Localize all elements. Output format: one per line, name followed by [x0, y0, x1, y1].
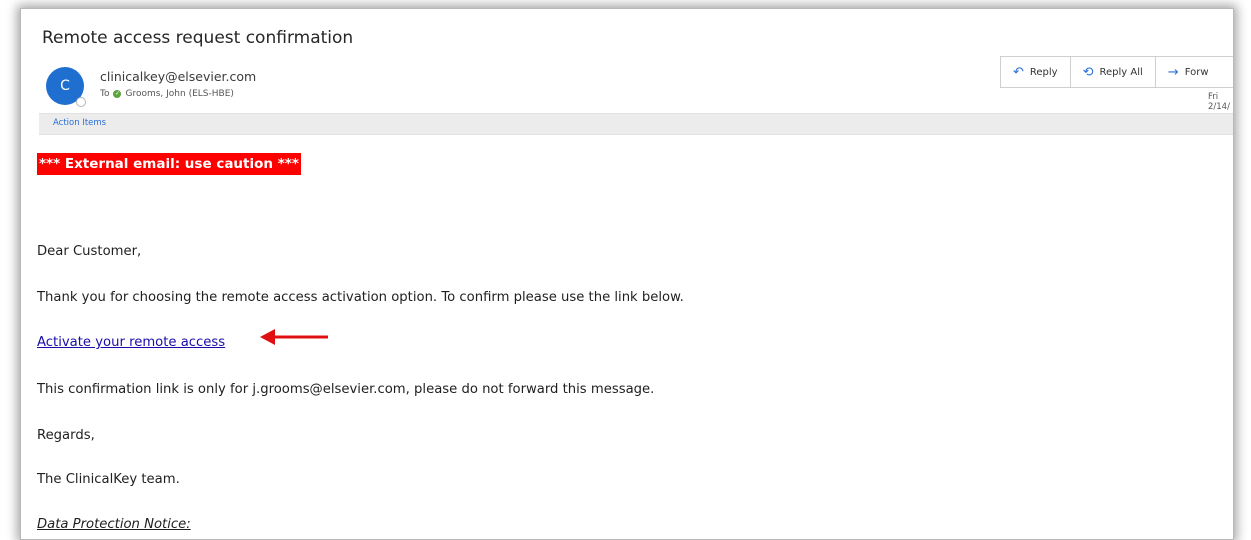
data-protection-heading: Data Protection Notice:	[37, 517, 191, 532]
recipient-line: To ✓ Grooms, John (ELS-HBE)	[100, 89, 234, 99]
reply-all-label: Reply All	[1099, 66, 1143, 78]
email-window: Remote access request confirmation C cli…	[20, 8, 1234, 540]
reply-all-button[interactable]: ⟲ Reply All	[1071, 57, 1156, 87]
action-items-link[interactable]: Action Items	[53, 118, 106, 128]
action-items-bar: Action Items	[39, 113, 1233, 135]
recipient-name[interactable]: Grooms, John (ELS-HBE)	[125, 89, 233, 99]
greeting: Dear Customer,	[37, 244, 142, 259]
intro-text: Thank you for choosing the remote access…	[37, 290, 684, 305]
reply-icon: ↶	[1013, 64, 1024, 80]
forward-icon: →	[1167, 64, 1179, 80]
regards-text: Regards,	[37, 428, 95, 443]
activate-remote-access-link[interactable]: Activate your remote access	[37, 335, 225, 350]
presence-status-icon	[76, 97, 86, 107]
received-date: Fri 2/14/	[1208, 92, 1230, 112]
verified-check-icon: ✓	[113, 90, 122, 98]
forward-label: Forw	[1184, 66, 1209, 78]
reply-all-icon: ⟲	[1082, 64, 1094, 80]
avatar-initial: C	[60, 78, 70, 94]
red-arrow-icon	[260, 329, 328, 345]
signature-text: The ClinicalKey team.	[37, 472, 180, 487]
reply-label: Reply	[1029, 66, 1058, 78]
sender-address[interactable]: clinicalkey@elsevier.com	[100, 69, 256, 84]
forward-button[interactable]: → Forw	[1156, 57, 1233, 87]
message-actions: ↶ Reply ⟲ Reply All → Forw	[1000, 56, 1233, 88]
email-subject: Remote access request confirmation	[42, 28, 354, 48]
reply-button[interactable]: ↶ Reply	[1001, 57, 1071, 87]
external-email-banner: *** External email: use caution ***	[37, 153, 301, 175]
notice-text: This confirmation link is only for j.gro…	[37, 382, 655, 397]
to-label: To	[100, 89, 110, 99]
